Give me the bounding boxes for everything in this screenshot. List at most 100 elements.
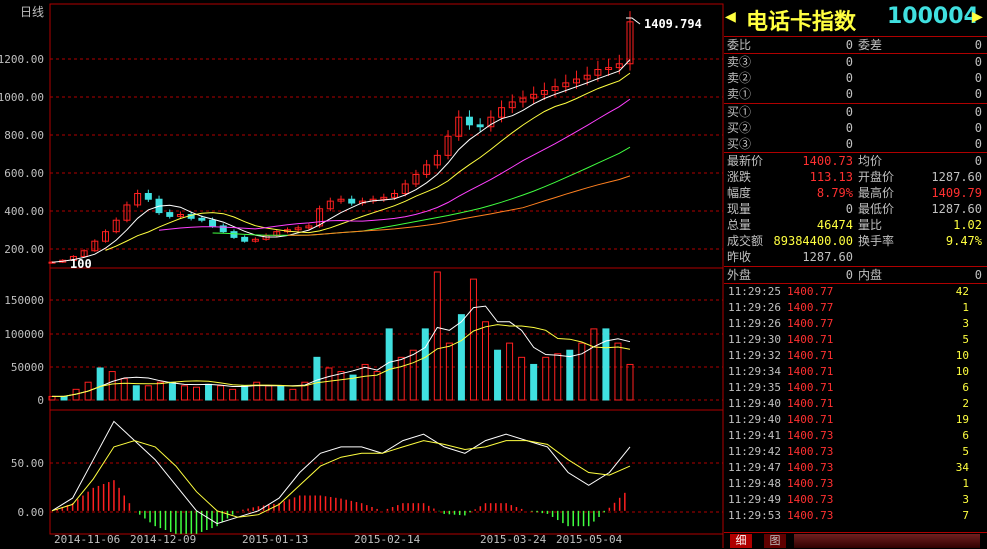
trade-volume: 6	[962, 381, 969, 394]
change-row: 涨跌 113.13 开盘价 1287.60	[724, 169, 987, 185]
price-tick-label: 800.00	[4, 129, 44, 142]
label: 量比	[858, 218, 883, 232]
volume-bar	[494, 349, 502, 401]
trade-time: 11:29:48	[728, 477, 781, 490]
current-volume-row: 现量 0 最低价 1287.60	[724, 201, 987, 217]
volume-series	[48, 271, 634, 401]
trade-volume: 3	[962, 493, 969, 506]
volume-tick-label: 150000	[4, 294, 44, 307]
volume-bar	[385, 328, 393, 401]
trade-volume: 5	[962, 445, 969, 458]
trade-row: 11:29:40 1400.71 19	[724, 412, 987, 428]
trade-row: 11:29:53 1400.73 7	[724, 508, 987, 524]
moving-average-line	[105, 72, 631, 251]
candle-body	[230, 231, 238, 238]
label: 涨跌	[727, 170, 752, 184]
label: 昨收	[727, 250, 752, 264]
trade-time: 11:29:49	[728, 493, 781, 506]
trade-price: 1400.77	[787, 285, 834, 298]
panel-tabs: 细 图	[724, 532, 987, 549]
trade-volume: 1	[962, 301, 969, 314]
trade-time: 11:29:53	[728, 509, 781, 522]
date-label: 2015-03-24	[480, 533, 547, 546]
trade-time: 11:29:32	[728, 349, 781, 362]
value: 1.02	[953, 218, 982, 232]
tab-chart[interactable]: 图	[764, 534, 786, 548]
price: 0	[845, 87, 853, 101]
price: 0	[845, 55, 853, 69]
macd-axis-labels: 50.00 0.00	[11, 457, 44, 519]
volume: 0	[974, 71, 982, 85]
volume-bar	[108, 371, 116, 401]
trade-price: 1400.71	[787, 365, 834, 378]
label: 买③	[727, 137, 752, 151]
trade-time: 11:29:41	[728, 429, 781, 442]
trade-time: 11:29:47	[728, 461, 781, 474]
value: 1400.73	[802, 154, 853, 168]
volume-bar	[229, 388, 237, 401]
volume-bar	[289, 388, 297, 401]
percent-row: 幅度 8.79% 最高价 1409.79	[724, 185, 987, 201]
value: 1409.79	[931, 186, 982, 200]
volume-bar	[602, 328, 610, 401]
macd-tick-label: 50.00	[11, 457, 44, 470]
volume-bar	[313, 356, 321, 401]
trade-time: 11:29:34	[728, 365, 781, 378]
candle-body	[465, 116, 473, 126]
volume-bar	[337, 371, 345, 401]
trade-price: 1400.77	[787, 317, 834, 330]
label: 买②	[727, 121, 752, 135]
value: 0	[845, 268, 853, 282]
volume-bar	[469, 278, 477, 401]
trade-volume: 1	[962, 477, 969, 490]
value: 1287.60	[931, 170, 982, 184]
trade-price: 1400.71	[787, 381, 834, 394]
volume-bar	[566, 349, 574, 401]
value: 0	[845, 38, 853, 52]
trade-price: 1400.73	[787, 477, 834, 490]
label: 幅度	[727, 186, 752, 200]
trade-price: 1400.71	[787, 349, 834, 362]
trade-row: 11:29:32 1400.71 10	[724, 348, 987, 364]
prev-stock-icon[interactable]: ◀	[725, 6, 736, 27]
trade-volume: 10	[955, 365, 969, 378]
trade-list[interactable]: 11:29:25 1400.77 42 11:29:26 1400.77 1 11:29:2…	[724, 284, 987, 530]
tab-detail[interactable]: 细	[730, 534, 752, 548]
label: 委比	[727, 38, 752, 52]
chart-frame	[49, 3, 724, 535]
volume-tick-label: 100000	[4, 328, 44, 341]
trade-volume: 7	[962, 509, 969, 522]
volume-bar	[144, 385, 152, 401]
volume-bar	[168, 381, 176, 401]
label: 最新价	[727, 154, 764, 168]
date-label: 2014-12-09	[130, 533, 196, 546]
next-stock-icon[interactable]: ▶	[972, 6, 983, 27]
trade-row: 11:29:35 1400.71 6	[724, 380, 987, 396]
price-tick-label: 200.00	[4, 243, 44, 256]
trade-row: 11:29:34 1400.71 10	[724, 364, 987, 380]
volume-tick-label: 50000	[11, 361, 44, 374]
trade-price: 1400.71	[787, 333, 834, 346]
trade-volume: 6	[962, 429, 969, 442]
trade-time: 11:29:26	[728, 301, 781, 314]
volume-bar	[518, 356, 526, 401]
trade-row: 11:29:49 1400.73 3	[724, 492, 987, 508]
volume-bar	[397, 356, 405, 401]
price-tick-label: 400.00	[4, 205, 44, 218]
value: 1287.60	[802, 250, 853, 264]
label: 现量	[727, 202, 752, 216]
trade-row: 11:29:30 1400.71 5	[724, 332, 987, 348]
trade-row: 11:29:42 1400.73 5	[724, 444, 987, 460]
price-tick-label: 1200.00	[0, 53, 44, 66]
trade-row: 11:29:48 1400.73 1	[724, 476, 987, 492]
volume-bar	[325, 367, 333, 401]
volume-bar	[205, 383, 213, 401]
label: 均价	[858, 154, 883, 168]
volume-bar	[180, 385, 188, 401]
candle-body	[209, 219, 217, 227]
quote-panel: ◀ 电话卡指数 100004 ▶ 委比 0 委差 0 卖③ 0 0 卖② 0 0…	[724, 0, 987, 548]
volume-bar	[156, 381, 164, 401]
volume-bar	[578, 342, 586, 401]
stock-code: 100004	[887, 4, 979, 29]
trade-volume: 5	[962, 333, 969, 346]
